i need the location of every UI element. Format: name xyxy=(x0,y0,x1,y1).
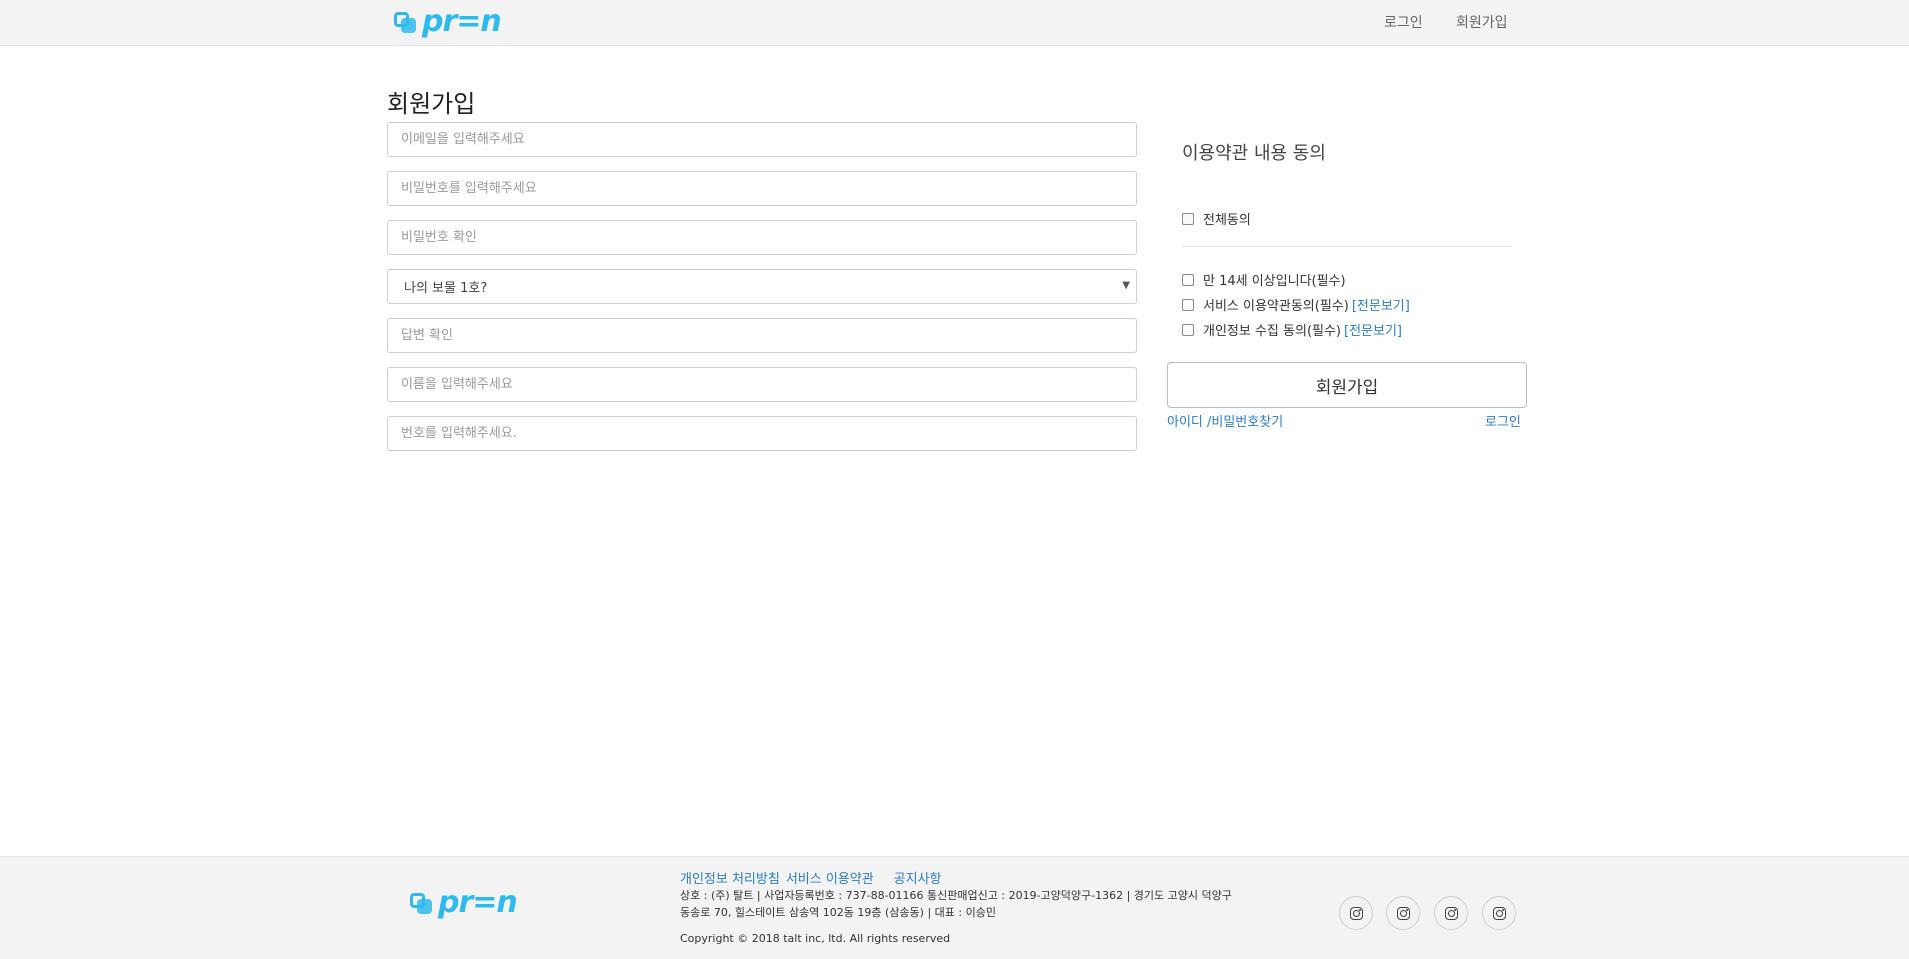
agree-all-label[interactable]: 전체동의 xyxy=(1203,209,1251,228)
term-row-service: 서비스 이용약관동의(필수) [전문보기] xyxy=(1182,295,1410,314)
footer-links: 개인정보 처리방침 서비스 이용약관 공지사항 xyxy=(680,868,942,887)
email-field[interactable] xyxy=(387,122,1137,157)
password-input[interactable] xyxy=(388,172,1136,205)
privacy-view-link[interactable]: [전문보기] xyxy=(1344,320,1402,339)
security-question-select[interactable]: 나의 보물 1호? ▼ xyxy=(387,269,1137,304)
footer-terms-link[interactable]: 서비스 이용약관 xyxy=(786,868,874,887)
term-label-age[interactable]: 만 14세 이상입니다(필수) xyxy=(1203,270,1346,289)
instagram-icon xyxy=(1349,906,1363,920)
header-logo[interactable]: pr=n xyxy=(394,4,502,39)
service-terms-view-link[interactable]: [전문보기] xyxy=(1352,295,1410,314)
phone-field[interactable] xyxy=(387,416,1137,451)
answer-input[interactable] xyxy=(388,319,1136,352)
social-button-4[interactable] xyxy=(1482,896,1516,930)
signup-submit-button[interactable]: 회원가입 xyxy=(1167,362,1527,408)
find-account-link[interactable]: 아이디 /비밀번호찾기 xyxy=(1167,411,1283,430)
name-field[interactable] xyxy=(387,367,1137,402)
instagram-icon xyxy=(1492,906,1506,920)
footer-privacy-link[interactable]: 개인정보 처리방침 xyxy=(680,868,780,887)
agree-all-checkbox[interactable] xyxy=(1182,212,1194,225)
name-input[interactable] xyxy=(388,368,1136,401)
answer-field[interactable] xyxy=(387,318,1137,353)
login-link[interactable]: 로그인 xyxy=(1485,411,1521,430)
company-info: 상호 : (주) 탈트 | 사업자등록번호 : 737-88-01166 통신판… xyxy=(680,889,1232,919)
footer-logo[interactable]: pr=n xyxy=(410,885,518,920)
logo-mark-icon xyxy=(410,891,436,915)
logo-mark-icon xyxy=(394,10,420,34)
security-question-value: 나의 보물 1호? xyxy=(404,281,488,296)
password-confirm-input[interactable] xyxy=(388,221,1136,254)
social-button-1[interactable] xyxy=(1339,896,1373,930)
service-terms-checkbox[interactable] xyxy=(1182,298,1194,311)
phone-input[interactable] xyxy=(388,417,1136,450)
instagram-icon xyxy=(1396,906,1410,920)
social-button-3[interactable] xyxy=(1434,896,1468,930)
logo-text: pr=n xyxy=(422,4,502,39)
term-label-service[interactable]: 서비스 이용약관동의(필수) xyxy=(1203,295,1349,314)
terms-title: 이용약관 내용 동의 xyxy=(1182,143,1326,164)
password-confirm-field[interactable] xyxy=(387,220,1137,255)
password-field[interactable] xyxy=(387,171,1137,206)
page-title: 회원가입 xyxy=(387,90,476,118)
nav-login-link[interactable]: 로그인 xyxy=(1384,12,1423,32)
nav-signup-link[interactable]: 회원가입 xyxy=(1456,12,1508,32)
page-footer: pr=n 개인정보 처리방침 서비스 이용약관 공지사항 상호 : (주) 탈트… xyxy=(0,856,1909,959)
caret-down-icon: ▼ xyxy=(1122,280,1130,291)
top-header: pr=n 로그인 회원가입 xyxy=(0,0,1909,46)
privacy-checkbox[interactable] xyxy=(1182,323,1194,336)
agree-all-row: 전체동의 xyxy=(1182,209,1251,228)
term-label-privacy[interactable]: 개인정보 수집 동의(필수) xyxy=(1203,320,1341,339)
instagram-icon xyxy=(1444,906,1458,920)
copyright: Copyright © 2018 talt inc, ltd. All righ… xyxy=(680,932,951,945)
term-row-privacy: 개인정보 수집 동의(필수) [전문보기] xyxy=(1182,320,1402,339)
terms-divider xyxy=(1182,246,1512,247)
footer-notice-link[interactable]: 공지사항 xyxy=(894,868,942,887)
social-button-2[interactable] xyxy=(1386,896,1420,930)
age-checkbox[interactable] xyxy=(1182,273,1194,286)
logo-text: pr=n xyxy=(438,885,518,920)
term-row-age: 만 14세 이상입니다(필수) xyxy=(1182,270,1346,289)
email-input[interactable] xyxy=(388,123,1136,156)
